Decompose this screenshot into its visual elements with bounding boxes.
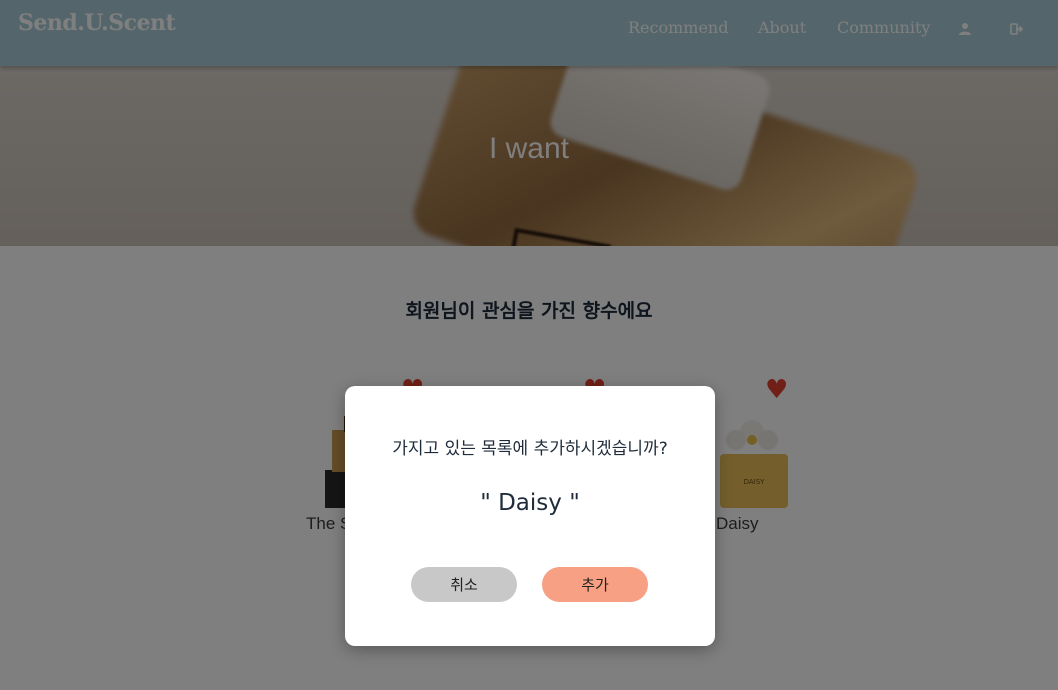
dialog-message: 가지고 있는 목록에 추가하시겠습니까? [392, 439, 668, 459]
dialog-item-name: " Daisy " [480, 490, 580, 516]
add-button[interactable]: 추가 [542, 567, 648, 602]
add-to-collection-dialog: 가지고 있는 목록에 추가하시겠습니까? " Daisy " 취소 추가 [345, 386, 715, 646]
cancel-button[interactable]: 취소 [411, 567, 517, 602]
